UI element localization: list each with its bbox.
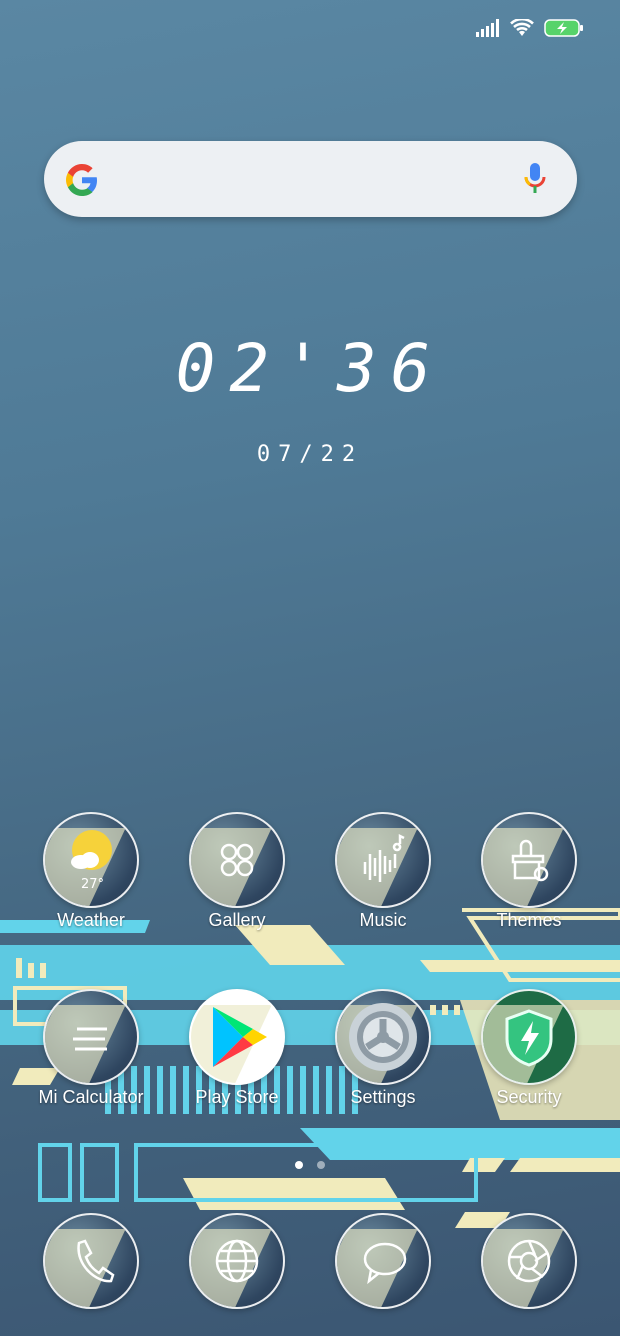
- play-store-icon: [189, 989, 285, 1085]
- app-label: Gallery: [208, 910, 266, 930]
- google-search-bar[interactable]: [44, 141, 577, 217]
- dock-messages[interactable]: [310, 1213, 456, 1309]
- page-dot-1[interactable]: [295, 1161, 303, 1169]
- battery-charging-icon: [544, 18, 584, 38]
- camera-icon: [481, 1213, 577, 1309]
- clock-time[interactable]: 02'36: [0, 330, 620, 407]
- app-label: Mi Calculator: [38, 1087, 144, 1107]
- weather-icon: 27°: [43, 812, 139, 908]
- phone-icon: [43, 1213, 139, 1309]
- svg-text:27°: 27°: [81, 877, 104, 892]
- app-mi-calculator[interactable]: Mi Calculator: [18, 989, 164, 1108]
- dock-camera[interactable]: [456, 1213, 602, 1309]
- app-label: Music: [359, 910, 407, 930]
- app-label: Themes: [496, 910, 562, 930]
- dock-browser[interactable]: [164, 1213, 310, 1309]
- google-g-icon: [64, 162, 100, 202]
- app-label: Security: [496, 1087, 562, 1107]
- app-security[interactable]: Security: [456, 989, 602, 1108]
- app-gallery[interactable]: Gallery: [164, 812, 310, 931]
- clock-date[interactable]: 07/22: [0, 442, 620, 467]
- page-dot-2[interactable]: [317, 1161, 325, 1169]
- app-weather[interactable]: 27° Weather: [18, 812, 164, 931]
- page-indicator[interactable]: [295, 1161, 325, 1169]
- messages-icon: [335, 1213, 431, 1309]
- app-themes[interactable]: Themes: [456, 812, 602, 931]
- security-icon: [481, 989, 577, 1085]
- music-icon: [335, 812, 431, 908]
- dock-phone[interactable]: [18, 1213, 164, 1309]
- settings-icon: [335, 989, 431, 1085]
- calculator-icon: [43, 989, 139, 1085]
- app-settings[interactable]: Settings: [310, 989, 456, 1108]
- status-bar: [476, 14, 584, 42]
- browser-icon: [189, 1213, 285, 1309]
- gallery-icon: [189, 812, 285, 908]
- app-label: Settings: [350, 1087, 416, 1107]
- app-music[interactable]: Music: [310, 812, 456, 931]
- cell-signal-icon: [476, 19, 500, 37]
- app-play-store[interactable]: Play Store: [164, 989, 310, 1108]
- app-label: Play Store: [195, 1087, 279, 1107]
- microphone-icon[interactable]: [523, 161, 547, 201]
- themes-icon: [481, 812, 577, 908]
- app-label: Weather: [57, 910, 125, 930]
- wifi-icon: [510, 19, 534, 37]
